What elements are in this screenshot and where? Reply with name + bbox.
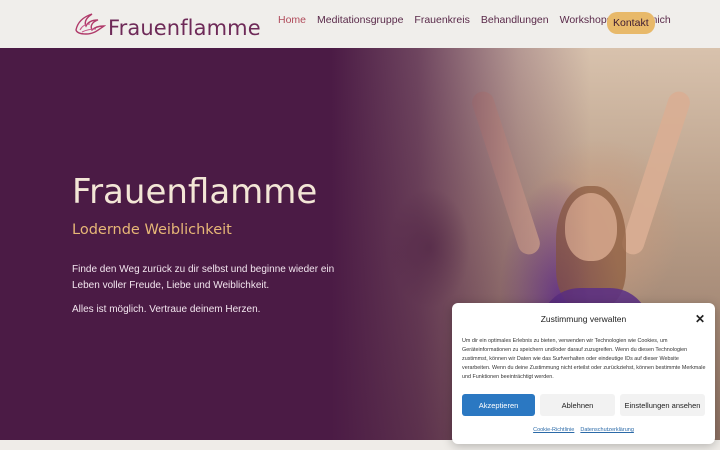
hero-title: Frauenflamme — [72, 172, 318, 212]
deny-button[interactable]: Ablehnen — [540, 394, 615, 416]
privacy-policy-link[interactable]: Datenschutzerklärung — [580, 427, 634, 433]
consent-title: Zustimmung verwalten — [540, 314, 627, 324]
nav-item-frauenkreis[interactable]: Frauenkreis — [414, 14, 469, 26]
contact-button[interactable]: Kontakt — [607, 12, 655, 34]
close-icon[interactable]: ✕ — [695, 312, 705, 326]
nav-item-workshops[interactable]: Workshops — [560, 14, 612, 26]
hero-paragraph-2: Alles ist möglich. Vertraue deinem Herze… — [72, 304, 261, 315]
nav-item-behandlungen[interactable]: Behandlungen — [481, 14, 549, 26]
view-settings-button[interactable]: Einstellungen ansehen — [620, 394, 705, 416]
cookie-consent-dialog: Zustimmung verwalten ✕ Um dir ein optima… — [452, 303, 715, 444]
consent-text: Um dir ein optimales Erlebnis zu bieten,… — [462, 338, 706, 380]
logo-text: Frauenflamme — [108, 15, 261, 40]
flame-logo-icon — [72, 12, 107, 43]
nav-item-home[interactable]: Home — [278, 14, 306, 26]
cookie-policy-link[interactable]: Cookie-Richtlinie — [533, 427, 574, 433]
hero-paragraph: Finde den Weg zurück zu dir selbst und b… — [72, 264, 335, 291]
consent-links: Cookie-Richtlinie Datenschutzerklärung — [452, 427, 715, 433]
accept-button[interactable]: Akzeptieren — [462, 394, 535, 416]
hero-subtitle: Lodernde Weiblichkeit — [72, 222, 232, 238]
main-nav: Home Meditationsgruppe Frauenkreis Behan… — [278, 12, 682, 34]
site-header: Frauenflamme Home Meditationsgruppe Frau… — [0, 0, 720, 48]
nav-item-meditationsgruppe[interactable]: Meditationsgruppe — [317, 14, 403, 26]
logo[interactable]: Frauenflamme — [72, 12, 261, 43]
